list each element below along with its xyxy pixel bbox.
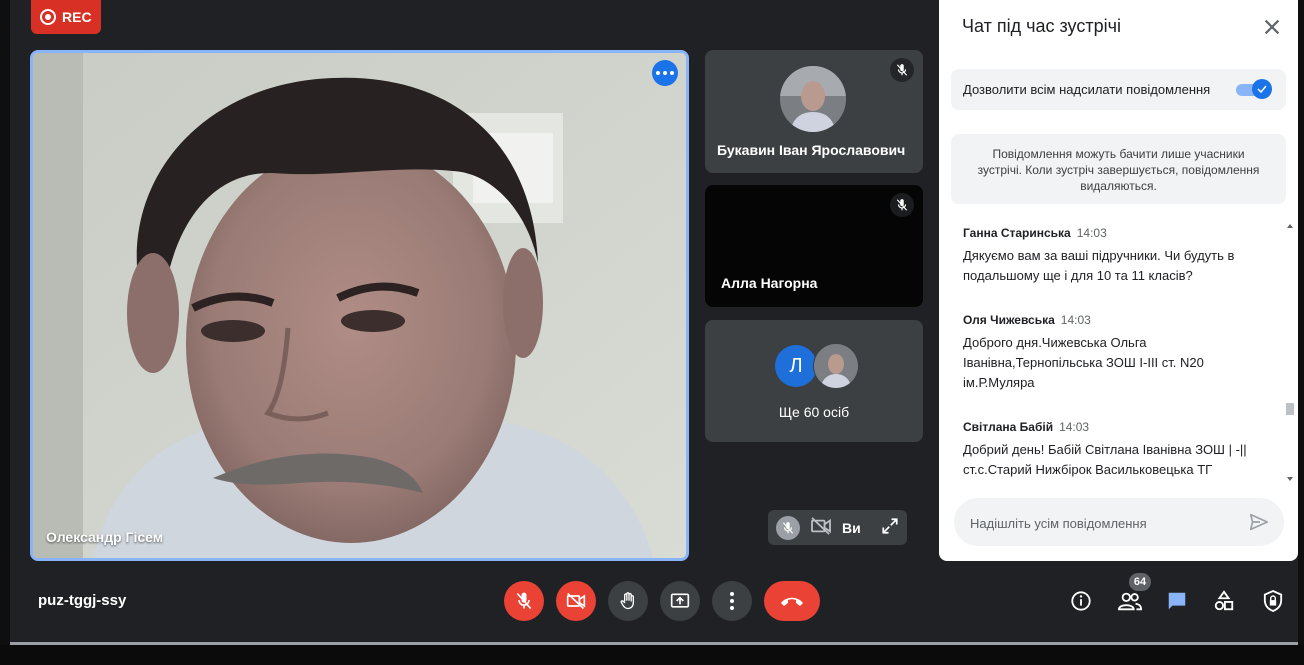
shield-lock-icon xyxy=(1263,590,1283,612)
main-video-tile[interactable]: Олександр Гісем xyxy=(30,50,689,561)
dot-icon xyxy=(663,71,667,75)
leave-call-button[interactable] xyxy=(764,581,820,621)
info-icon xyxy=(1071,591,1091,611)
taskbar-strip xyxy=(0,645,1304,665)
send-icon[interactable] xyxy=(1248,511,1270,533)
message-time: 14:03 xyxy=(1059,420,1090,434)
main-participant-name: Олександр Гісем xyxy=(46,529,164,545)
host-controls-button[interactable] xyxy=(1260,588,1286,614)
people-icon xyxy=(1118,592,1142,611)
avatar xyxy=(813,343,859,389)
message-author: Світлана Бабій xyxy=(963,420,1054,434)
dot-icon xyxy=(670,71,674,75)
avatar-photo-icon xyxy=(780,66,846,132)
allow-messages-setting: Дозволити всім надсилати повідомлення xyxy=(951,69,1286,110)
message-text: Доброго дня.Чижевська Ольга Іванівна,Тер… xyxy=(963,335,1204,390)
expand-icon[interactable] xyxy=(881,517,899,538)
mic-off-icon xyxy=(890,193,914,217)
participant-tile[interactable]: Букавин Іван Ярославович xyxy=(705,50,923,173)
chat-message: Ганна Старинська 14:03 Дякуємо вам за ваш… xyxy=(963,226,1273,286)
scrollbar-thumb[interactable] xyxy=(1286,403,1294,415)
chat-scrollbar[interactable] xyxy=(1284,220,1296,485)
chat-message: Світлана Бабій 14:03 Добрий день! Бабій С… xyxy=(963,420,1273,480)
message-author: Оля Чижевська xyxy=(963,313,1055,327)
chat-message-input[interactable] xyxy=(968,510,1242,536)
camera-off-icon[interactable] xyxy=(810,517,832,538)
message-time: 14:03 xyxy=(1060,313,1091,327)
raise-hand-button[interactable] xyxy=(608,581,648,621)
more-options-button[interactable] xyxy=(652,60,678,86)
scrollbar-arrows-icon xyxy=(1287,224,1293,481)
mic-toggle-button[interactable] xyxy=(504,581,544,621)
mic-off-icon xyxy=(890,58,914,82)
avatar-photo-icon xyxy=(814,344,858,388)
participant-tile[interactable]: Алла Нагорна xyxy=(705,185,923,307)
allow-messages-label: Дозволити всім надсилати повідомлення xyxy=(963,82,1211,97)
message-text: Добрий день! Бабій Світлана Іванівна ЗОШ… xyxy=(963,442,1247,477)
activities-icon xyxy=(1214,590,1234,611)
chat-info-notice: Повідомлення можуть бачити лише учасники… xyxy=(951,134,1286,204)
participants-button[interactable] xyxy=(1117,588,1143,614)
chat-title: Чат під час зустрічі xyxy=(962,16,1121,36)
record-icon xyxy=(40,9,56,25)
participant-name: Букавин Іван Ярославович xyxy=(717,142,906,158)
camera-off-icon xyxy=(566,592,586,610)
allow-messages-toggle[interactable] xyxy=(1236,79,1272,99)
close-icon[interactable] xyxy=(1261,16,1283,38)
present-screen-button[interactable] xyxy=(660,581,700,621)
mic-off-icon xyxy=(516,592,532,610)
more-actions-button[interactable] xyxy=(712,581,752,621)
recording-label: REC xyxy=(62,9,92,25)
check-icon xyxy=(1252,79,1272,99)
chat-panel: Чат під час зустрічі Дозволити всім надс… xyxy=(939,0,1298,561)
participant-name: Алла Нагорна xyxy=(721,275,818,291)
self-view-bar[interactable]: Ви xyxy=(768,510,907,545)
participant-video xyxy=(33,53,686,558)
chat-message: Оля Чижевська 14:03 Доброго дня.Чижевська… xyxy=(963,313,1273,393)
chat-button[interactable] xyxy=(1164,588,1190,614)
chat-icon xyxy=(1168,592,1186,610)
chat-messages: Ганна Старинська 14:03 Дякуємо вам за ваш… xyxy=(939,220,1284,485)
chat-compose[interactable] xyxy=(954,498,1284,546)
mic-off-icon[interactable] xyxy=(776,515,800,540)
more-participants-tile[interactable]: Л Ще 60 осіб xyxy=(705,320,923,442)
more-vert-icon xyxy=(730,592,734,610)
hang-up-icon xyxy=(781,597,803,606)
meeting-info-button[interactable] xyxy=(1068,588,1094,614)
avatar xyxy=(780,66,846,132)
self-label: Ви xyxy=(842,519,861,536)
message-text: Дякуємо вам за ваші підручники. Чи будут… xyxy=(963,248,1235,283)
hand-icon xyxy=(620,592,634,610)
avatar: Л xyxy=(775,345,817,387)
dot-icon xyxy=(656,71,660,75)
message-author: Ганна Старинська xyxy=(963,226,1071,240)
activities-button[interactable] xyxy=(1211,588,1237,614)
camera-toggle-button[interactable] xyxy=(556,581,596,621)
more-participants-label: Ще 60 осіб xyxy=(778,404,850,420)
meeting-code: puz-tggj-ssy xyxy=(38,592,127,609)
recording-indicator: REC xyxy=(31,0,101,34)
message-time: 14:03 xyxy=(1076,226,1107,240)
present-icon xyxy=(670,593,690,608)
